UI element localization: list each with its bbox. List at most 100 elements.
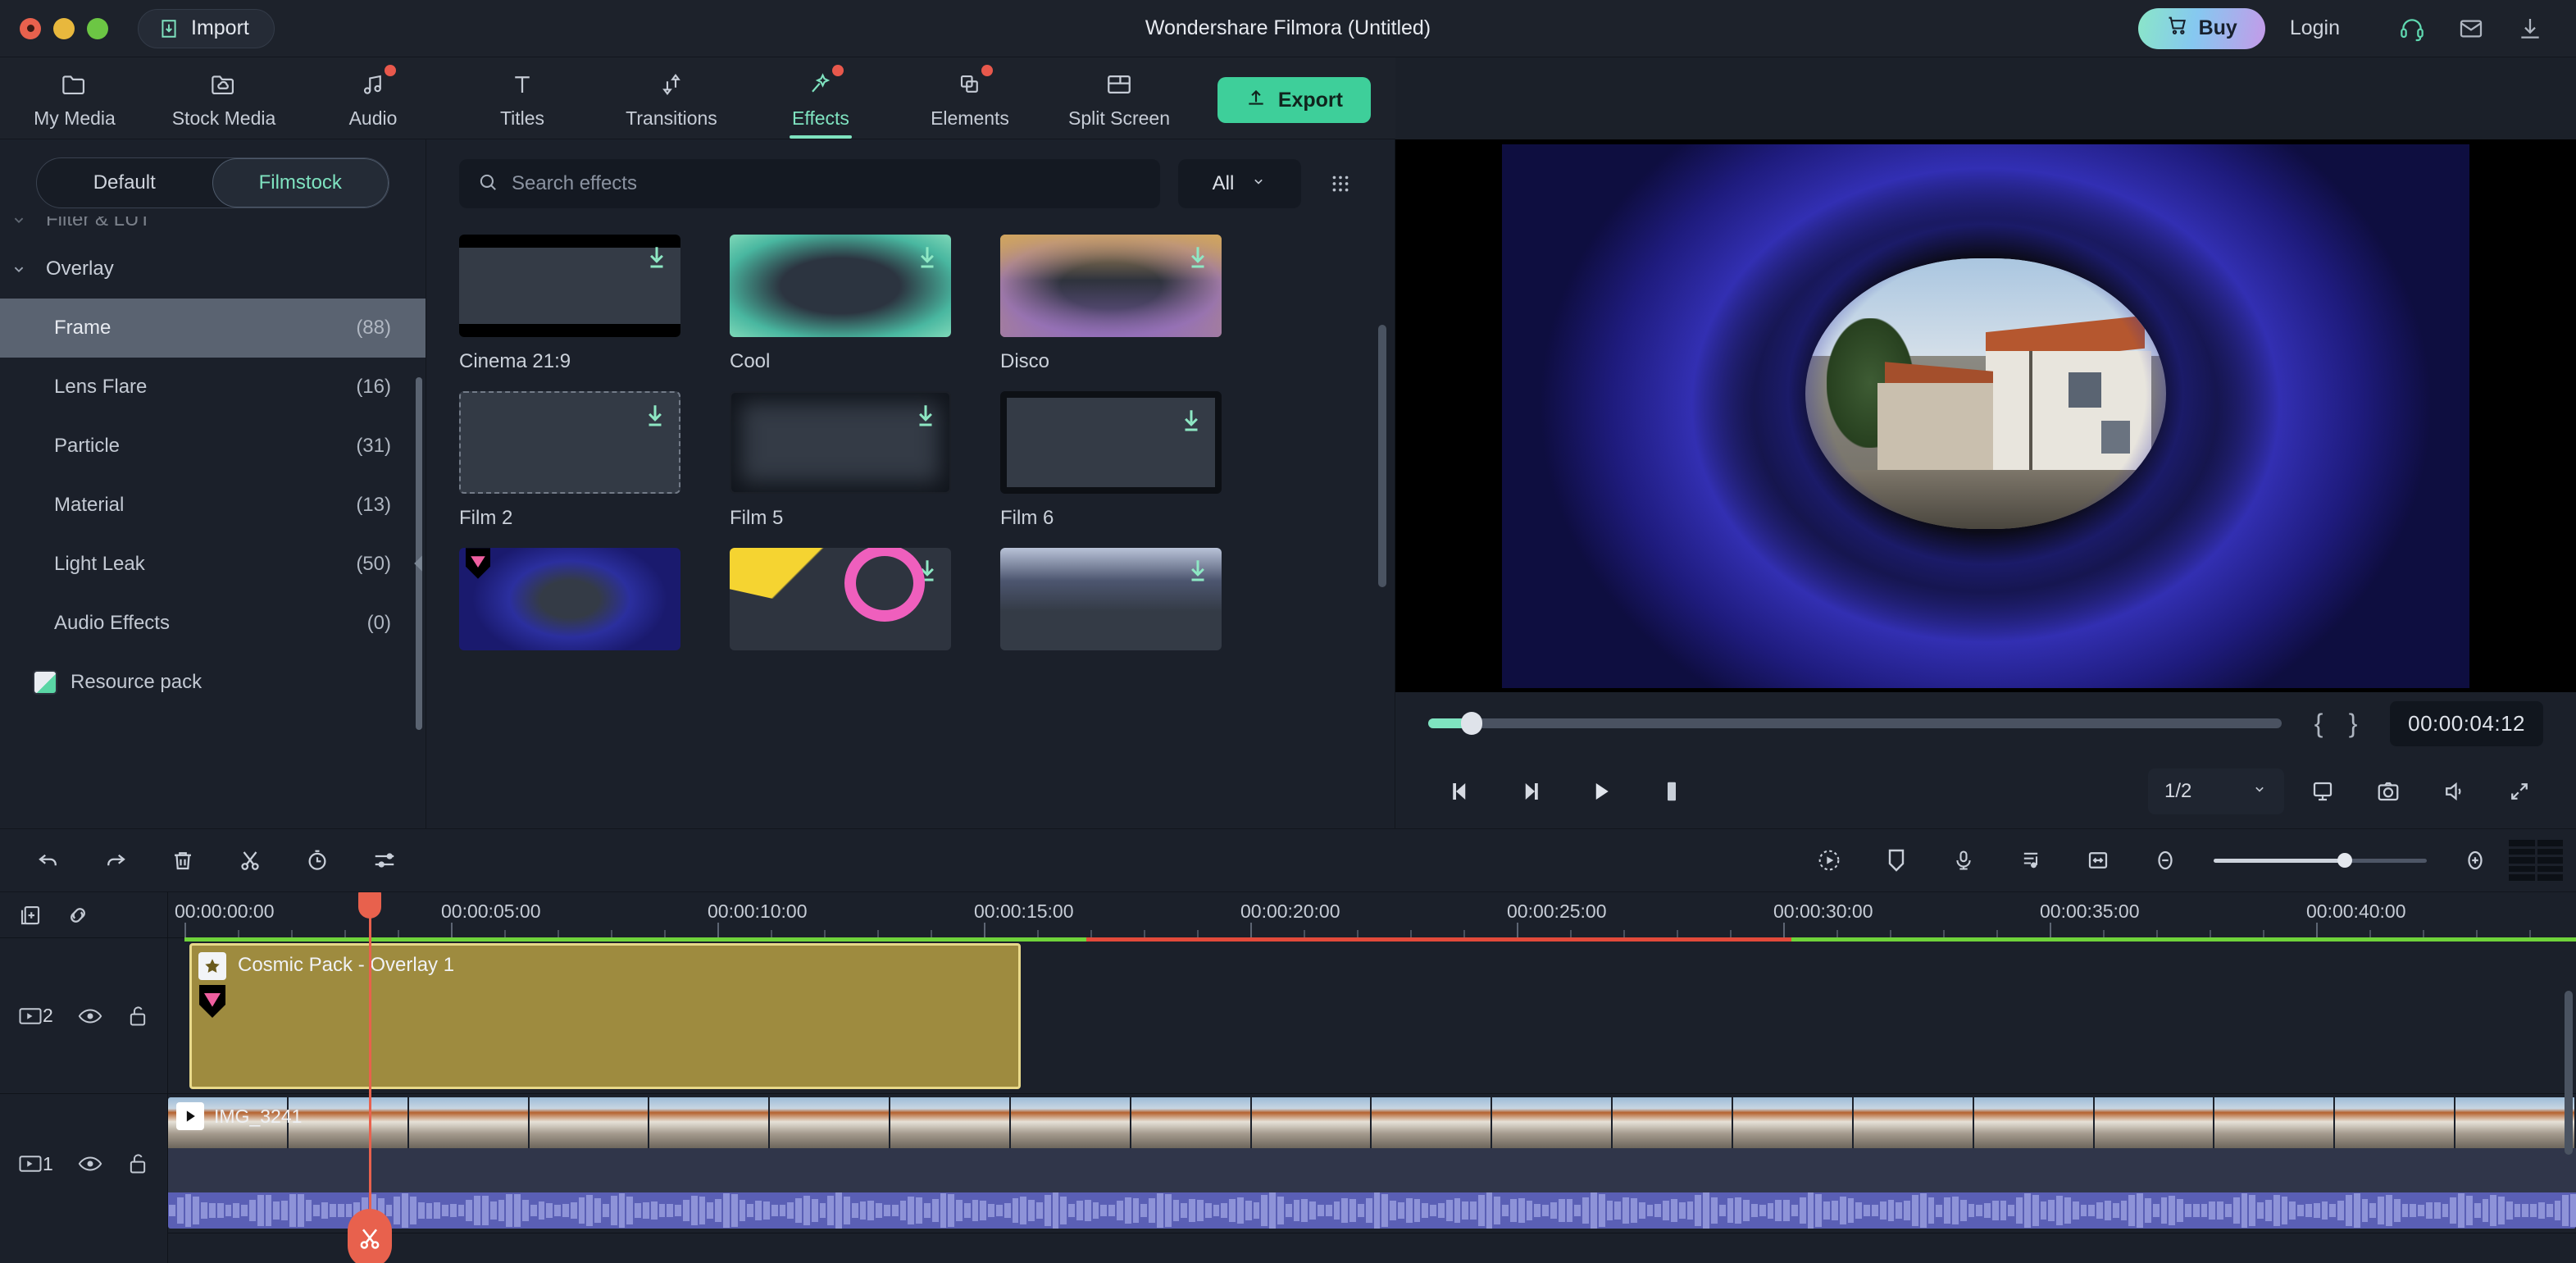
marker-record-icon[interactable] (1795, 828, 1863, 892)
clip-cosmic-overlay[interactable]: Cosmic Pack - Overlay 1 (189, 943, 1021, 1089)
collapse-panel-icon[interactable] (409, 549, 427, 577)
zoom-out-icon[interactable] (2132, 828, 2199, 892)
effect-card[interactable]: Film 2 (459, 391, 680, 530)
effect-card[interactable]: Film 5 (730, 391, 951, 530)
effect-card[interactable]: Disco (1000, 235, 1222, 373)
split-scissors-icon[interactable] (216, 828, 284, 892)
marker-icon[interactable] (1863, 828, 1930, 892)
login-link[interactable]: Login (2290, 16, 2340, 40)
tab-titles[interactable]: Titles (448, 57, 597, 139)
category-overlay[interactable]: Overlay (0, 239, 426, 299)
settings-sliders-icon[interactable] (351, 828, 418, 892)
category-light-leak[interactable]: Light Leak (50) (0, 535, 426, 594)
mail-icon[interactable] (2450, 7, 2492, 50)
headset-icon[interactable] (2391, 7, 2433, 50)
play-button[interactable] (1566, 766, 1636, 817)
segment-filmstock[interactable]: Filmstock (212, 158, 389, 207)
download-icon[interactable] (915, 558, 940, 590)
category-particle[interactable]: Particle (31) (0, 417, 426, 476)
close-button[interactable] (20, 17, 41, 39)
download-icon[interactable] (2509, 7, 2551, 50)
audio-mixer-icon[interactable] (1997, 828, 2064, 892)
tab-transitions[interactable]: Transitions (597, 57, 746, 139)
tab-stock-media[interactable]: Stock Media (149, 57, 298, 139)
render-preview-icon[interactable] (2509, 840, 2563, 881)
timeline-zoom-slider[interactable] (2214, 828, 2427, 892)
eye-icon[interactable] (66, 1146, 114, 1182)
preview-scrubber[interactable] (1428, 712, 2282, 735)
download-icon[interactable] (913, 403, 938, 435)
delete-icon[interactable] (149, 828, 216, 892)
playhead-handle[interactable] (358, 892, 381, 919)
resource-pack-item[interactable]: Resource pack (0, 653, 426, 712)
unlock-icon[interactable] (114, 998, 162, 1034)
timeline-vertical-scrollbar[interactable] (2565, 991, 2573, 1155)
next-frame-button[interactable] (1495, 766, 1566, 817)
download-icon[interactable] (1179, 408, 1204, 440)
download-icon[interactable] (1186, 558, 1210, 590)
timeline-lanes[interactable]: 00:00:00:00 00:00:05:00 00:00:10:00 00:0… (168, 892, 2576, 1263)
preview-video (1502, 144, 2469, 688)
filter-dropdown[interactable]: All (1178, 159, 1301, 208)
tab-elements[interactable]: Elements (895, 57, 1045, 139)
snapshot-icon[interactable] (2361, 768, 2415, 815)
effect-card[interactable] (730, 548, 951, 663)
effect-card[interactable]: Cinema 21:9 (459, 235, 680, 373)
zoom-slider-handle[interactable] (2337, 852, 2352, 868)
category-filter-lut[interactable]: Filter & LUT (0, 217, 426, 239)
cast-icon[interactable] (2296, 768, 2350, 815)
download-icon[interactable] (1186, 244, 1210, 276)
clip-img-3241[interactable]: IMG_3241 (168, 1097, 2576, 1229)
category-material[interactable]: Material (13) (0, 476, 426, 535)
effect-card[interactable]: Cool (730, 235, 951, 373)
category-audio-effects[interactable]: Audio Effects (0) (0, 594, 426, 653)
tab-my-media[interactable]: My Media (0, 57, 149, 139)
mark-out-button[interactable]: } (2336, 709, 2370, 739)
tab-effects[interactable]: Effects (746, 57, 895, 139)
playhead[interactable] (348, 892, 392, 1263)
prev-frame-button[interactable] (1425, 766, 1495, 817)
effect-card[interactable] (1000, 548, 1222, 663)
export-button[interactable]: Export (1217, 77, 1371, 123)
grid-view-icon[interactable] (1319, 159, 1362, 208)
tab-split-screen[interactable]: Split Screen (1045, 57, 1194, 139)
undo-icon[interactable] (15, 828, 82, 892)
track-lane-1[interactable]: IMG_3241 (168, 1094, 2576, 1233)
voiceover-mic-icon[interactable] (1930, 828, 1997, 892)
playhead-split-button[interactable] (348, 1209, 392, 1263)
tab-audio[interactable]: Audio (298, 57, 448, 139)
search-box[interactable] (459, 159, 1160, 208)
fullscreen-icon[interactable] (2492, 768, 2546, 815)
effect-card[interactable] (459, 548, 680, 663)
speed-clock-icon[interactable] (284, 828, 351, 892)
category-frame[interactable]: Frame (88) (0, 299, 426, 358)
category-label: Particle (54, 435, 121, 457)
mark-in-button[interactable]: { (2301, 709, 2336, 739)
category-lens-flare[interactable]: Lens Flare (16) (0, 358, 426, 417)
download-icon[interactable] (643, 403, 667, 435)
volume-icon[interactable] (2427, 768, 2481, 815)
zoom-in-icon[interactable] (2442, 828, 2509, 892)
unlock-icon[interactable] (114, 1146, 162, 1182)
preview-quality-dropdown[interactable]: 1/2 (2148, 768, 2284, 814)
search-input[interactable] (512, 172, 1142, 195)
effect-card[interactable]: Film 6 (1000, 391, 1222, 530)
eye-icon[interactable] (66, 998, 114, 1034)
add-track-icon[interactable] (7, 897, 54, 933)
scrubber-handle[interactable] (1461, 712, 1482, 735)
maximize-button[interactable] (87, 17, 108, 39)
track-lane-2[interactable]: Cosmic Pack - Overlay 1 (168, 938, 2576, 1094)
buy-button[interactable]: Buy (2137, 7, 2265, 49)
preview-stage[interactable] (1395, 139, 2576, 692)
browser-scrollbar[interactable] (1378, 325, 1386, 587)
redo-icon[interactable] (82, 828, 149, 892)
timeline-ruler[interactable]: 00:00:00:00 00:00:05:00 00:00:10:00 00:0… (168, 892, 2576, 942)
stop-button[interactable] (1636, 766, 1707, 817)
download-icon[interactable] (644, 244, 669, 276)
link-icon[interactable] (54, 897, 102, 933)
minimize-button[interactable] (53, 17, 75, 39)
import-button[interactable]: Import (138, 8, 275, 48)
fit-timeline-icon[interactable] (2064, 828, 2132, 892)
download-icon[interactable] (915, 244, 940, 276)
segment-default[interactable]: Default (37, 158, 212, 207)
